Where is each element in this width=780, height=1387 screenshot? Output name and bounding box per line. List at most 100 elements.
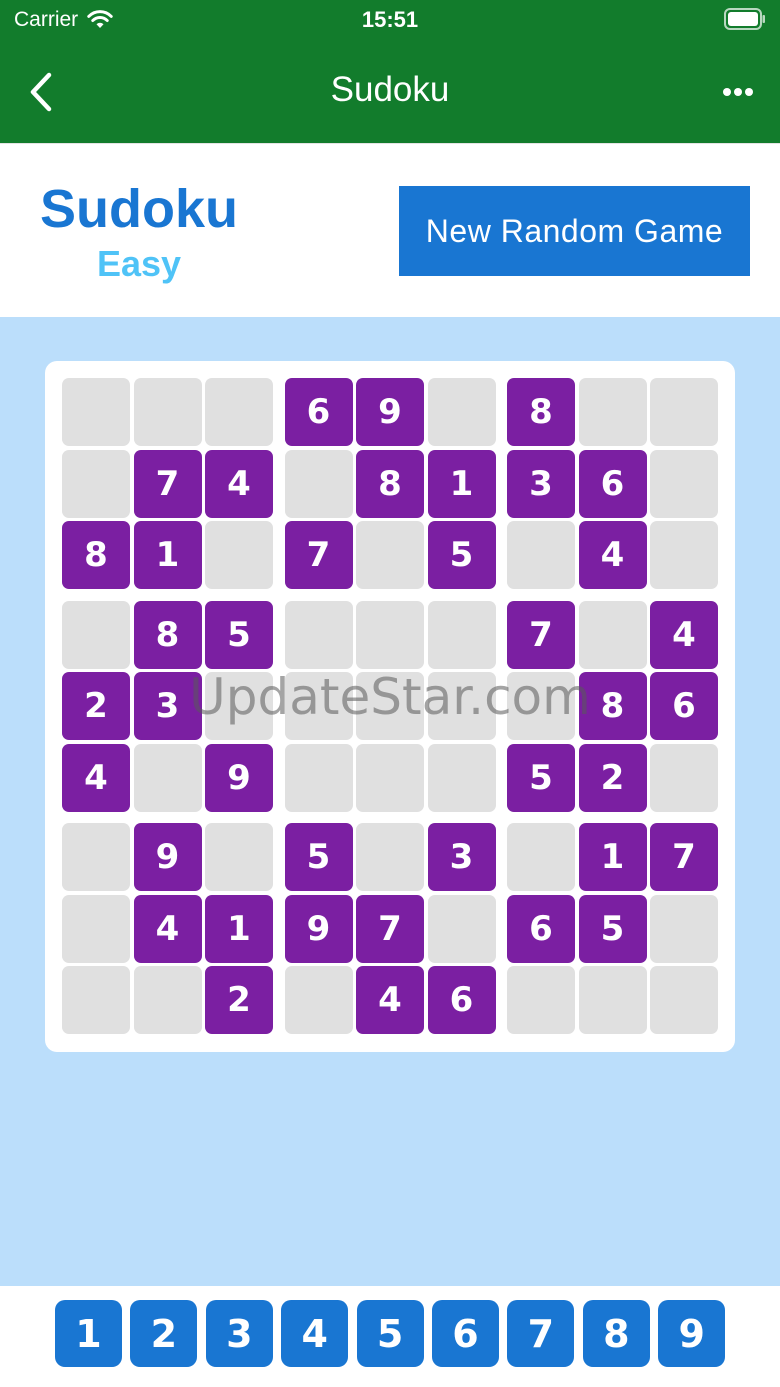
empty-cell[interactable] bbox=[427, 378, 496, 446]
empty-cell[interactable] bbox=[205, 378, 273, 446]
battery-icon bbox=[724, 8, 765, 30]
given-cell[interactable]: 9 bbox=[284, 894, 353, 963]
empty-cell[interactable] bbox=[62, 378, 130, 446]
given-cell[interactable]: 2 bbox=[205, 966, 273, 1034]
given-cell[interactable]: 4 bbox=[650, 600, 718, 669]
given-cell[interactable]: 4 bbox=[133, 894, 202, 963]
empty-cell[interactable] bbox=[284, 600, 353, 669]
empty-cell[interactable] bbox=[507, 521, 575, 589]
given-cell[interactable]: 4 bbox=[205, 449, 273, 518]
empty-cell[interactable] bbox=[507, 966, 575, 1034]
given-cell[interactable]: 7 bbox=[284, 521, 353, 589]
empty-cell[interactable] bbox=[650, 449, 718, 518]
empty-cell[interactable] bbox=[650, 521, 718, 589]
number-key-7[interactable]: 7 bbox=[507, 1300, 575, 1367]
empty-cell[interactable] bbox=[427, 743, 496, 812]
empty-cell[interactable] bbox=[356, 823, 424, 891]
empty-cell[interactable] bbox=[650, 966, 718, 1034]
given-cell[interactable]: 8 bbox=[356, 449, 424, 518]
empty-cell[interactable] bbox=[205, 823, 273, 891]
number-key-1[interactable]: 1 bbox=[55, 1300, 122, 1367]
empty-cell[interactable] bbox=[284, 672, 353, 740]
empty-cell[interactable] bbox=[427, 894, 496, 963]
app-header: Carrier 15:51 Sudoku bbox=[0, 0, 780, 143]
given-cell[interactable]: 2 bbox=[578, 743, 647, 812]
empty-cell[interactable] bbox=[650, 743, 718, 812]
given-cell[interactable]: 7 bbox=[650, 823, 718, 891]
given-cell[interactable]: 3 bbox=[507, 449, 575, 518]
given-cell[interactable]: 6 bbox=[650, 672, 718, 740]
empty-cell[interactable] bbox=[356, 743, 424, 812]
given-cell[interactable]: 9 bbox=[205, 743, 273, 812]
empty-cell[interactable] bbox=[205, 672, 273, 740]
number-key-5[interactable]: 5 bbox=[356, 1300, 424, 1367]
empty-cell[interactable] bbox=[62, 966, 130, 1034]
empty-cell[interactable] bbox=[62, 449, 130, 518]
given-cell[interactable]: 1 bbox=[578, 823, 647, 891]
number-pad: 123456789 bbox=[0, 1286, 780, 1387]
more-options-button[interactable] bbox=[716, 74, 760, 110]
given-cell[interactable]: 2 bbox=[62, 672, 130, 740]
given-cell[interactable]: 3 bbox=[427, 823, 496, 891]
number-key-8[interactable]: 8 bbox=[582, 1300, 650, 1367]
given-cell[interactable]: 8 bbox=[507, 378, 575, 446]
empty-cell[interactable] bbox=[650, 894, 718, 963]
empty-cell[interactable] bbox=[356, 521, 424, 589]
empty-cell[interactable] bbox=[427, 600, 496, 669]
navigation-bar: Sudoku bbox=[0, 40, 780, 143]
given-cell[interactable]: 5 bbox=[284, 823, 353, 891]
empty-cell[interactable] bbox=[284, 449, 353, 518]
given-cell[interactable]: 1 bbox=[205, 894, 273, 963]
empty-cell[interactable] bbox=[133, 378, 202, 446]
empty-cell[interactable] bbox=[578, 378, 647, 446]
empty-cell[interactable] bbox=[356, 672, 424, 740]
number-key-9[interactable]: 9 bbox=[658, 1300, 726, 1367]
given-cell[interactable]: 5 bbox=[205, 600, 273, 669]
empty-cell[interactable] bbox=[62, 894, 130, 963]
given-cell[interactable]: 1 bbox=[427, 449, 496, 518]
empty-cell[interactable] bbox=[62, 600, 130, 669]
given-cell[interactable]: 5 bbox=[578, 894, 647, 963]
empty-cell[interactable] bbox=[205, 521, 273, 589]
given-cell[interactable]: 4 bbox=[578, 521, 647, 589]
given-cell[interactable]: 9 bbox=[133, 823, 202, 891]
given-cell[interactable]: 7 bbox=[133, 449, 202, 518]
given-cell[interactable]: 7 bbox=[507, 600, 575, 669]
given-cell[interactable]: 6 bbox=[427, 966, 496, 1034]
given-cell[interactable]: 1 bbox=[133, 521, 202, 589]
empty-cell[interactable] bbox=[578, 600, 647, 669]
empty-cell[interactable] bbox=[507, 672, 575, 740]
empty-cell[interactable] bbox=[507, 823, 575, 891]
empty-cell[interactable] bbox=[133, 743, 202, 812]
given-cell[interactable]: 5 bbox=[427, 521, 496, 589]
empty-cell[interactable] bbox=[284, 966, 353, 1034]
given-cell[interactable]: 9 bbox=[356, 378, 424, 446]
given-cell[interactable]: 8 bbox=[578, 672, 647, 740]
empty-cell[interactable] bbox=[427, 672, 496, 740]
empty-cell[interactable] bbox=[133, 966, 202, 1034]
given-cell[interactable]: 8 bbox=[62, 521, 130, 589]
given-cell[interactable]: 6 bbox=[507, 894, 575, 963]
empty-cell[interactable] bbox=[284, 743, 353, 812]
difficulty-label: Easy bbox=[96, 243, 182, 284]
empty-cell[interactable] bbox=[356, 600, 424, 669]
empty-cell[interactable] bbox=[650, 378, 718, 446]
given-cell[interactable]: 3 bbox=[133, 672, 202, 740]
given-cell[interactable]: 6 bbox=[578, 449, 647, 518]
given-cell[interactable]: 5 bbox=[507, 743, 575, 812]
game-title: Sudoku bbox=[40, 179, 238, 239]
number-key-4[interactable]: 4 bbox=[281, 1300, 349, 1367]
given-cell[interactable]: 4 bbox=[62, 743, 130, 812]
sudoku-screen: Carrier 15:51 Sudoku Sudoku Easy New Ran… bbox=[0, 0, 780, 1387]
number-key-3[interactable]: 3 bbox=[205, 1300, 273, 1367]
nav-title: Sudoku bbox=[330, 70, 450, 109]
number-key-2[interactable]: 2 bbox=[130, 1300, 198, 1367]
number-key-6[interactable]: 6 bbox=[432, 1300, 499, 1367]
given-cell[interactable]: 6 bbox=[284, 378, 353, 446]
empty-cell[interactable] bbox=[578, 966, 647, 1034]
given-cell[interactable]: 4 bbox=[356, 966, 424, 1034]
given-cell[interactable]: 7 bbox=[356, 894, 424, 963]
given-cell[interactable]: 8 bbox=[133, 600, 202, 669]
new-random-game-button[interactable]: New Random Game bbox=[399, 186, 750, 276]
empty-cell[interactable] bbox=[62, 823, 130, 891]
